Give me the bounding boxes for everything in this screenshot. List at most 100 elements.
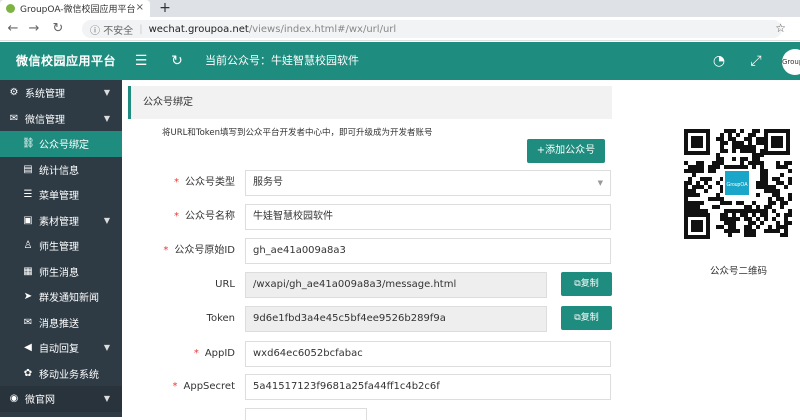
qr-module	[756, 185, 760, 189]
origid-label-text: 公众号原始ID	[174, 245, 235, 256]
appid-label: * AppID	[194, 341, 235, 367]
qr-module	[768, 189, 772, 193]
qr-module	[732, 213, 736, 217]
qr-module	[760, 181, 764, 185]
browser-tab[interactable]: GroupOA-微信校园应用平台 ×	[0, 0, 150, 17]
qr-module	[684, 201, 688, 205]
qr-code-label: 公众号二维码	[710, 266, 768, 277]
reload-icon[interactable]: ↻	[50, 21, 66, 36]
fullscreen-icon[interactable]: ⤢	[748, 53, 764, 69]
qr-module	[696, 193, 700, 197]
original-id-input[interactable]: gh_ae41a009a8a3	[245, 238, 611, 264]
copy-token-button[interactable]: ⧉复制	[561, 306, 612, 330]
appid-input[interactable]: wxd64ec6052bcfabac	[245, 341, 611, 367]
qr-module	[748, 229, 752, 233]
qr-module	[720, 149, 724, 153]
qr-module	[788, 161, 792, 165]
forward-arrow-icon[interactable]: →	[26, 21, 42, 36]
copy-url-button[interactable]: ⧉复制	[561, 272, 612, 296]
qr-module	[748, 225, 752, 229]
qr-module	[684, 197, 688, 201]
qr-module	[748, 233, 752, 237]
qr-module	[684, 161, 688, 165]
qr-module	[740, 161, 744, 165]
dashboard-gauge-icon[interactable]: ◔	[711, 53, 727, 69]
qr-module	[768, 229, 772, 233]
qr-module	[684, 169, 688, 173]
qr-module	[728, 133, 732, 137]
qr-module	[776, 213, 780, 217]
qr-module	[684, 185, 688, 189]
sidebar-item-0[interactable]: ⚙ 系统管理 ▼	[0, 80, 122, 106]
qr-module	[784, 225, 788, 229]
qr-module	[708, 197, 712, 201]
qr-module	[764, 209, 768, 213]
menu-toggle-icon[interactable]: ☰	[133, 53, 149, 69]
origid-label: * 公众号原始ID	[163, 238, 235, 264]
qr-module	[688, 193, 692, 197]
qr-module	[752, 145, 756, 149]
qr-module	[724, 165, 728, 169]
qr-module	[788, 169, 792, 173]
qr-module	[776, 197, 780, 201]
sidebar-item-1[interactable]: ✉ 微信管理 ▼	[0, 106, 122, 132]
appsecret-input[interactable]: 5a41517123f9681a25fa44ff1c4b2c6f	[245, 374, 611, 400]
qr-module	[760, 169, 764, 173]
qr-module	[716, 205, 720, 209]
new-tab-button[interactable]: +	[156, 0, 174, 17]
qr-module	[752, 201, 756, 205]
tab-close-icon[interactable]: ×	[136, 2, 144, 13]
form-row-appsecret: * AppSecret 5a41517123f9681a25fa44ff1c4b2…	[0, 374, 620, 400]
appsecret-label: * AppSecret	[173, 374, 236, 400]
qr-module	[776, 221, 780, 225]
qr-module	[716, 153, 720, 157]
url-readonly-field[interactable]: /wxapi/gh_ae41a009a8a3/message.html	[245, 272, 547, 298]
qr-module	[760, 165, 764, 169]
panel-header: 公众号绑定	[128, 86, 612, 119]
qr-module	[776, 229, 780, 233]
qr-module	[756, 137, 760, 141]
url-label: URL	[215, 279, 235, 290]
qr-module	[736, 165, 740, 169]
qr-module	[728, 233, 732, 237]
qr-module	[704, 189, 708, 193]
refresh-icon[interactable]: ↻	[169, 53, 185, 69]
qr-module	[724, 213, 728, 217]
qr-module	[720, 133, 724, 137]
qr-module	[684, 189, 688, 193]
qr-module	[704, 209, 708, 213]
sidebar-item-2[interactable]: ⛓ 公众号绑定	[0, 131, 122, 157]
qr-module	[768, 197, 772, 201]
url-field[interactable]: ⓘ 不安全 | wechat.groupoa.net /views/index.…	[82, 20, 782, 38]
qr-module	[700, 209, 704, 213]
qr-module	[784, 233, 788, 237]
qr-module	[732, 157, 736, 161]
qr-module	[780, 181, 784, 185]
add-account-button[interactable]: +添加公众号	[527, 139, 605, 163]
type-label-text: 公众号类型	[185, 177, 235, 188]
qr-module	[760, 161, 764, 165]
qr-module	[732, 221, 736, 225]
next-field-input[interactable]	[245, 408, 367, 420]
qr-module	[720, 137, 724, 141]
qr-module	[732, 145, 736, 149]
bookmark-star-icon[interactable]: ☆	[775, 21, 786, 35]
qr-module	[744, 137, 748, 141]
qr-module	[744, 225, 748, 229]
qr-module	[752, 129, 756, 133]
required-mark: *	[172, 381, 178, 392]
qr-module	[696, 205, 700, 209]
back-arrow-icon[interactable]: ←	[5, 21, 21, 36]
qr-module	[772, 209, 776, 213]
token-readonly-field[interactable]: 9d6e1fbd3a4e45c5bf4ee9526b289f9a	[245, 306, 547, 332]
qr-module	[744, 233, 748, 237]
avatar[interactable]: GroupOA	[782, 49, 800, 75]
qr-module	[696, 201, 700, 205]
name-label: * 公众号名称	[174, 204, 235, 230]
qr-module	[748, 161, 752, 165]
account-name-input[interactable]: 牛娃智慧校园软件	[245, 204, 611, 230]
qr-module	[764, 181, 768, 185]
account-type-select[interactable]: 服务号 ▼	[245, 170, 611, 196]
qr-module	[688, 209, 692, 213]
qr-module	[760, 221, 764, 225]
